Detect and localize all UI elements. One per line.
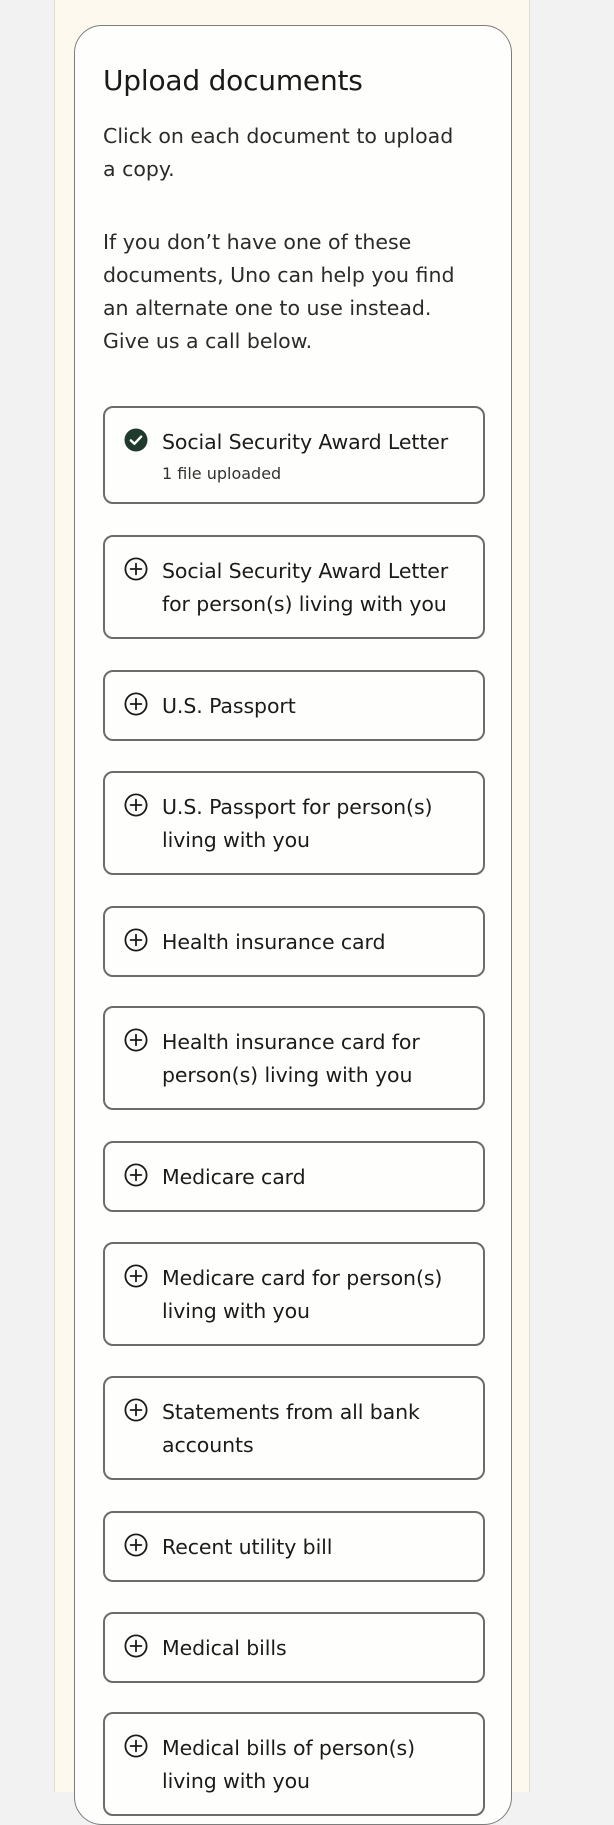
document-item-social-security-award-letter[interactable]: Social Security Award Letter 1 file uplo… bbox=[103, 406, 485, 504]
page-column: Upload documents Click on each document … bbox=[54, 0, 530, 1825]
instructions-text: Click on each document to upload a copy. bbox=[103, 124, 454, 181]
document-label: Recent utility bill bbox=[162, 1535, 333, 1559]
document-item-medical-bills[interactable]: Medical bills bbox=[103, 1612, 485, 1683]
document-item-us-passport[interactable]: U.S. Passport bbox=[103, 670, 485, 741]
document-label: Medical bills of person(s) living with y… bbox=[162, 1736, 415, 1793]
plus-circle-icon bbox=[124, 1264, 148, 1288]
check-circle-icon bbox=[124, 428, 148, 452]
plus-circle-icon bbox=[124, 1533, 148, 1557]
plus-circle-icon bbox=[124, 557, 148, 581]
plus-circle-icon bbox=[124, 793, 148, 817]
plus-circle-icon bbox=[124, 928, 148, 952]
document-label: U.S. Passport for person(s) living with … bbox=[162, 795, 433, 852]
document-label: Medicare card bbox=[162, 1165, 306, 1189]
document-item-health-insurance-card[interactable]: Health insurance card bbox=[103, 906, 485, 977]
plus-circle-icon bbox=[124, 1028, 148, 1052]
document-item-medical-bills-household[interactable]: Medical bills of person(s) living with y… bbox=[103, 1712, 485, 1816]
document-item-social-security-award-letter-household[interactable]: Social Security Award Letter for person(… bbox=[103, 535, 485, 639]
plus-circle-icon bbox=[124, 1398, 148, 1422]
document-item-medicare-card[interactable]: Medicare card bbox=[103, 1141, 485, 1212]
document-label: U.S. Passport bbox=[162, 694, 296, 718]
plus-circle-icon bbox=[124, 1163, 148, 1187]
document-item-health-insurance-card-household[interactable]: Health insurance card for person(s) livi… bbox=[103, 1006, 485, 1110]
upload-documents-card: Upload documents Click on each document … bbox=[74, 25, 512, 1825]
document-label: Health insurance card bbox=[162, 930, 386, 954]
plus-circle-icon bbox=[124, 692, 148, 716]
plus-circle-icon bbox=[124, 1634, 148, 1658]
help-text: If you don’t have one of these documents… bbox=[103, 230, 455, 353]
document-item-bank-statements[interactable]: Statements from all bank accounts bbox=[103, 1376, 485, 1480]
document-label: Medical bills bbox=[162, 1636, 287, 1660]
plus-circle-icon bbox=[124, 1734, 148, 1758]
document-label: Medicare card for person(s) living with … bbox=[162, 1266, 443, 1323]
document-label: Statements from all bank accounts bbox=[162, 1400, 420, 1457]
document-item-utility-bill[interactable]: Recent utility bill bbox=[103, 1511, 485, 1582]
upload-status: 1 file uploaded bbox=[162, 464, 282, 483]
document-label: Social Security Award Letter bbox=[162, 430, 449, 454]
document-label: Health insurance card for person(s) livi… bbox=[162, 1030, 420, 1087]
page-title: Upload documents bbox=[103, 64, 363, 97]
document-item-us-passport-household[interactable]: U.S. Passport for person(s) living with … bbox=[103, 771, 485, 875]
document-item-medicare-card-household[interactable]: Medicare card for person(s) living with … bbox=[103, 1242, 485, 1346]
document-label: Social Security Award Letter for person(… bbox=[162, 559, 449, 616]
